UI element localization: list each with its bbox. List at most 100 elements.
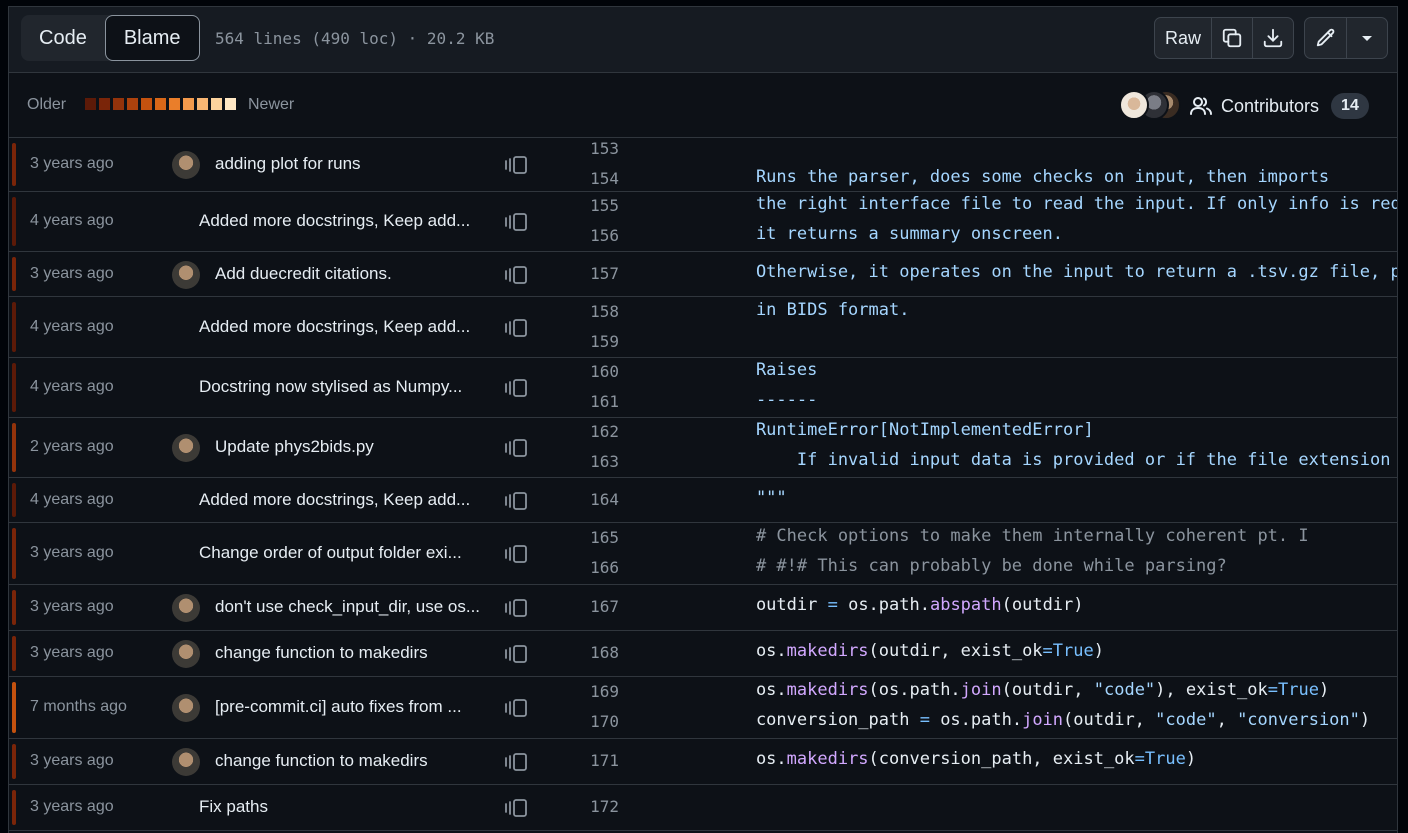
blame-row: 3 years ago don't use check_input_dir, us…	[9, 585, 1397, 631]
blame-table: 3 years ago adding plot for runs 153 154 Ru…	[9, 138, 1397, 831]
age-indicator	[12, 143, 16, 186]
edit-button[interactable]	[1305, 18, 1347, 58]
versions-icon	[505, 156, 527, 174]
author-avatar[interactable]	[172, 151, 200, 179]
versions-icon	[505, 213, 527, 231]
author-avatar[interactable]	[172, 640, 200, 668]
reblame-button[interactable]	[503, 752, 529, 772]
code-line: # Check options to make them internally …	[715, 526, 1309, 546]
avatar	[1119, 90, 1149, 120]
download-button[interactable]	[1253, 18, 1293, 58]
commit-message-link[interactable]: Change order of output folder exi...	[199, 543, 462, 563]
reblame-button[interactable]	[503, 644, 529, 664]
age-indicator	[12, 590, 16, 625]
commit-message-link[interactable]: Added more docstrings, Keep add...	[199, 490, 470, 510]
versions-icon	[505, 545, 527, 563]
raw-button[interactable]: Raw	[1155, 18, 1212, 58]
commit-message-link[interactable]: Added more docstrings, Keep add...	[199, 317, 470, 337]
author-avatar[interactable]	[172, 594, 200, 622]
commit-message-link[interactable]: Add duecredit citations.	[215, 264, 392, 284]
age-swatch	[141, 98, 152, 110]
blame-row: 3 years ago change function to makedirs 16…	[9, 631, 1397, 677]
line-number[interactable]: 155	[549, 196, 619, 215]
author-avatar[interactable]	[172, 748, 200, 776]
author-avatar[interactable]	[172, 434, 200, 462]
reblame-button[interactable]	[503, 798, 529, 818]
age-indicator	[12, 423, 16, 472]
author-avatar[interactable]	[172, 694, 200, 722]
reblame-button[interactable]	[503, 698, 529, 718]
contributors-label: Contributors	[1221, 95, 1320, 116]
legend-older-label: Older	[27, 96, 67, 113]
commit-age: 3 years ago	[30, 798, 114, 815]
commit-age: 4 years ago	[30, 317, 114, 335]
line-number[interactable]: 157	[549, 264, 619, 283]
line-number[interactable]: 162	[549, 422, 619, 441]
reblame-button[interactable]	[503, 212, 529, 232]
line-number[interactable]: 154	[549, 169, 619, 188]
line-number[interactable]: 171	[549, 751, 619, 770]
line-number[interactable]: 165	[549, 528, 619, 547]
code-line: it returns a summary onscreen.	[715, 224, 1063, 244]
age-swatch	[155, 98, 166, 110]
commit-message-link[interactable]: Docstring now stylised as Numpy...	[199, 377, 462, 397]
line-number[interactable]: 156	[549, 226, 619, 245]
line-number[interactable]: 170	[549, 712, 619, 731]
line-number[interactable]: 160	[549, 362, 619, 381]
line-number[interactable]: 161	[549, 392, 619, 411]
commit-message-link[interactable]: Fix paths	[199, 797, 268, 817]
code-line: in BIDS format.	[715, 300, 910, 320]
code-line: Otherwise, it operates on the input to r…	[715, 262, 1398, 282]
commit-message-link[interactable]: [pre-commit.ci] auto fixes from ...	[215, 697, 462, 717]
reblame-button[interactable]	[503, 544, 529, 564]
commit-message-link[interactable]: don't use check_input_dir, use os...	[215, 597, 480, 617]
reblame-button[interactable]	[503, 265, 529, 285]
blame-row: 3 years ago Add duecredit citations. 157 O…	[9, 252, 1397, 297]
contributors-count: 14	[1331, 93, 1369, 119]
edit-group	[1304, 17, 1388, 59]
versions-icon	[505, 318, 527, 337]
line-number[interactable]: 163	[549, 452, 619, 471]
age-indicator	[12, 744, 16, 779]
line-number[interactable]: 172	[549, 797, 619, 816]
tab-blame[interactable]: Blame	[104, 15, 200, 61]
commit-message-link[interactable]: Update phys2bids.py	[215, 437, 374, 457]
commit-message-link[interactable]: change function to makedirs	[215, 751, 428, 771]
commit-message-link[interactable]: Added more docstrings, Keep add...	[199, 211, 470, 231]
line-number[interactable]: 166	[549, 558, 619, 577]
tab-code[interactable]: Code	[21, 15, 105, 61]
blame-legend: Older Newer Contributors 14	[9, 74, 1397, 138]
contributor-avatars[interactable]	[1119, 90, 1181, 122]
author-avatar[interactable]	[172, 260, 200, 289]
reblame-button[interactable]	[503, 378, 529, 398]
line-number[interactable]: 164	[549, 490, 619, 509]
age-swatch	[113, 98, 124, 110]
line-number[interactable]: 159	[549, 332, 619, 351]
age-indicator	[12, 682, 16, 733]
more-edit-options-button[interactable]	[1347, 18, 1387, 58]
commit-message-link[interactable]: adding plot for runs	[215, 154, 361, 174]
reblame-button[interactable]	[503, 491, 529, 511]
age-indicator	[12, 483, 16, 517]
code-line: os.makedirs(conversion_path, exist_ok=Tr…	[715, 749, 1197, 769]
line-number[interactable]: 153	[549, 139, 619, 158]
contributors-button[interactable]: Contributors 14	[1189, 93, 1369, 119]
line-number[interactable]: 167	[549, 597, 619, 616]
line-number[interactable]: 168	[549, 643, 619, 662]
code-line: os.makedirs(os.path.join(outdir, "code")…	[715, 680, 1330, 700]
reblame-button[interactable]	[503, 598, 529, 618]
commit-age: 3 years ago	[30, 544, 114, 561]
commit-age: 3 years ago	[30, 598, 114, 615]
reblame-button[interactable]	[503, 318, 529, 338]
line-number[interactable]: 169	[549, 682, 619, 701]
reblame-button[interactable]	[503, 155, 529, 175]
view-toggle: Code Blame	[21, 15, 200, 61]
commit-age: 3 years ago	[30, 264, 114, 282]
copy-button[interactable]	[1212, 18, 1253, 58]
line-number[interactable]: 158	[549, 302, 619, 321]
raw-copy-download-group: Raw	[1154, 17, 1294, 59]
code-line: """	[715, 488, 787, 508]
reblame-button[interactable]	[503, 438, 529, 458]
commit-message-link[interactable]: change function to makedirs	[215, 643, 428, 663]
commit-age: 7 months ago	[30, 698, 127, 715]
